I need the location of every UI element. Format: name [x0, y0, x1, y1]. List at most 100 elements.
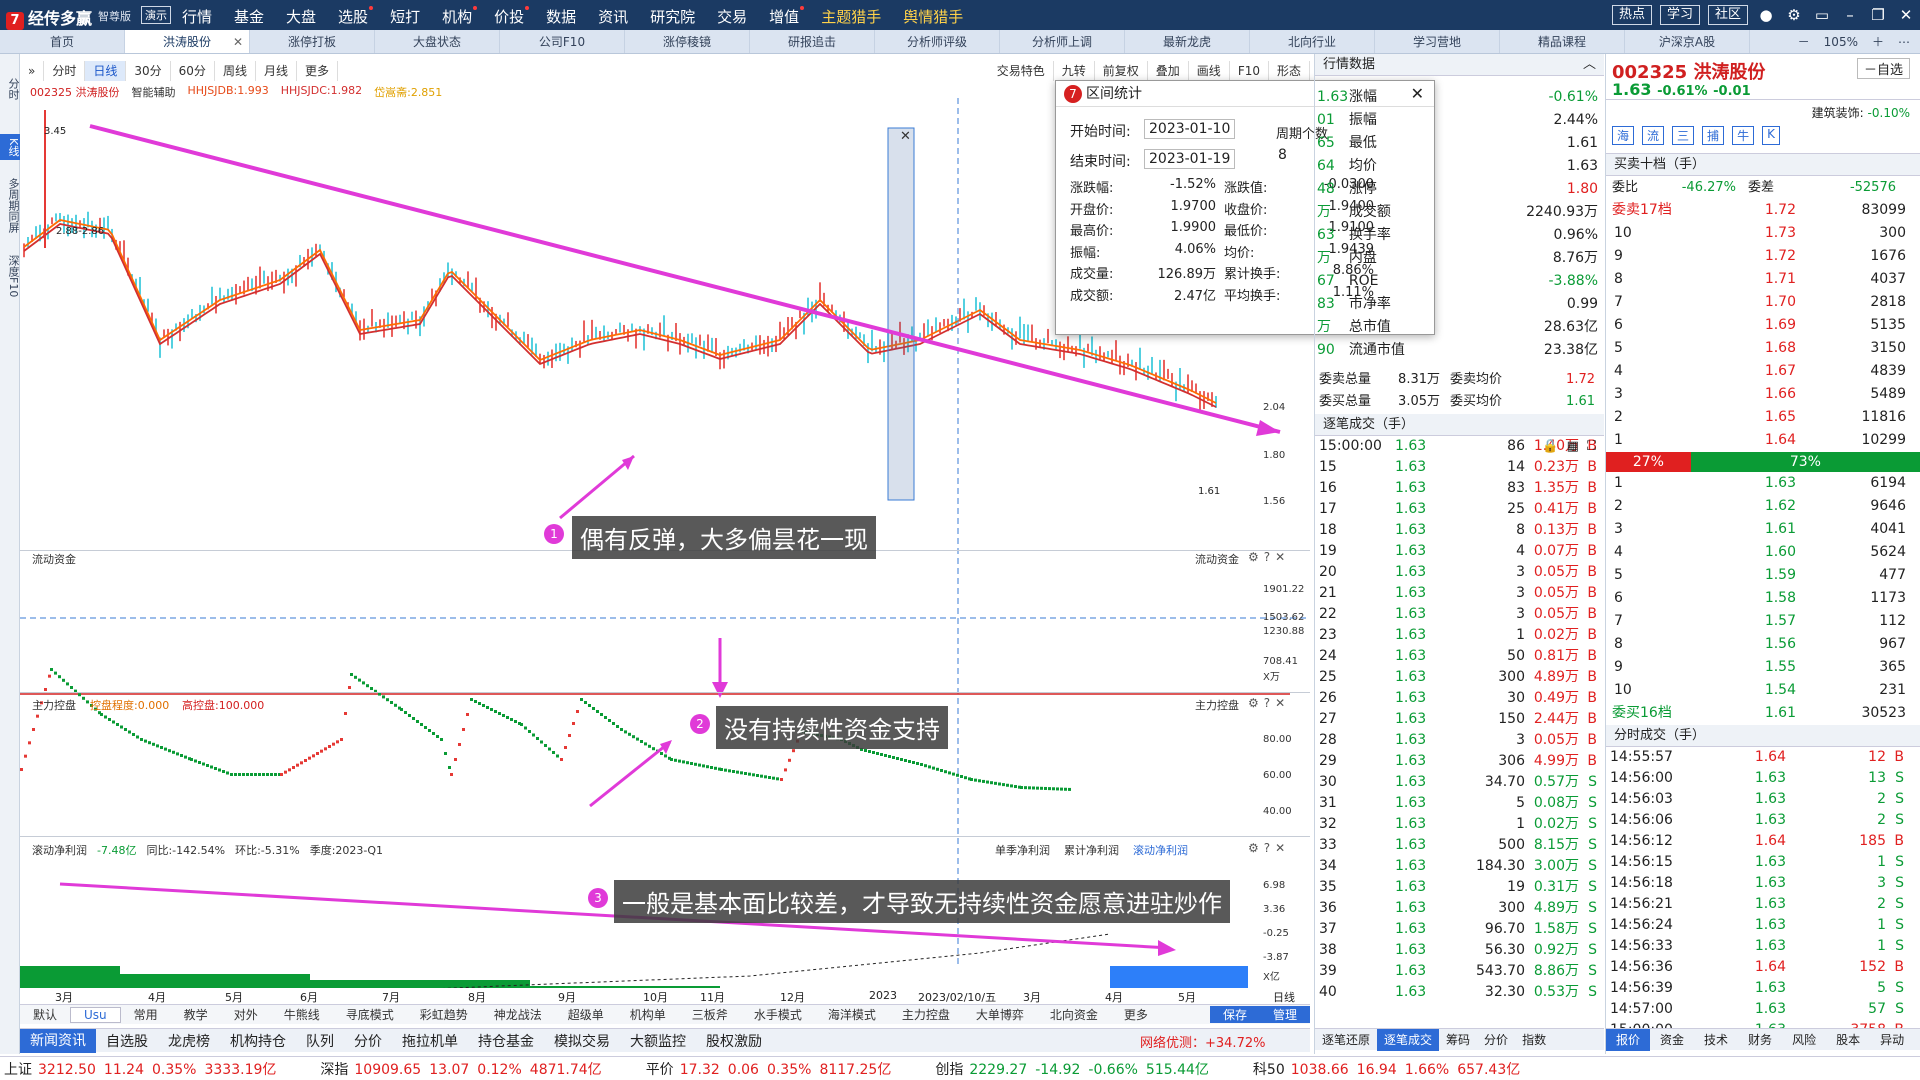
period-btn-1[interactable]: 日线: [85, 61, 127, 81]
left-tab-f10[interactable]: 深度F10: [0, 251, 20, 301]
start-field[interactable]: 2023-01-10: [1144, 119, 1236, 139]
tab-12[interactable]: 精品课程: [1500, 30, 1625, 53]
index-0[interactable]: 上证 3212.50 11.24 0.35% 3333.19亿: [4, 1059, 284, 1079]
hot-button[interactable]: 热点: [1611, 5, 1652, 25]
user-icon[interactable]: ●: [1756, 6, 1776, 24]
stock-tag-1[interactable]: 流: [1642, 126, 1665, 145]
period-btn-0[interactable]: 分时: [44, 61, 86, 81]
book-row[interactable]: 10 1.73 300: [1606, 222, 1920, 245]
window-icon[interactable]: ▭: [1812, 6, 1832, 24]
indicator-tab-4[interactable]: 对外: [221, 1006, 271, 1023]
tab-10[interactable]: 北向行业: [1250, 30, 1375, 53]
index-2[interactable]: 平价 17.32 0.06 0.35% 8117.25亿: [646, 1059, 900, 1079]
index-1[interactable]: 深指 10909.65 13.07 0.12% 4871.74亿: [320, 1059, 609, 1079]
tool-btn-6[interactable]: 形态: [1269, 61, 1310, 81]
indicator-tab-15[interactable]: 大单博弈: [963, 1006, 1037, 1023]
menu-item-6[interactable]: 价投: [494, 6, 530, 27]
book-row[interactable]: 10 1.54 231: [1606, 679, 1920, 702]
left-tab-timeshare[interactable]: 分时: [0, 74, 20, 104]
index-4[interactable]: 科50 1038.66 16.94 1.66% 657.43亿: [1253, 1059, 1528, 1079]
trades-tab-0[interactable]: 逐笔还原: [1315, 1029, 1377, 1051]
bottom-nav-5[interactable]: 分价: [344, 1031, 392, 1051]
book-row[interactable]: 2 1.65 11816: [1606, 406, 1920, 429]
gear-icon[interactable]: ⚙: [1248, 696, 1259, 710]
menu-item-5[interactable]: 机构: [442, 6, 478, 27]
menu-item-9[interactable]: 研究院: [650, 6, 695, 27]
bottom-nav-4[interactable]: 队列: [296, 1031, 344, 1051]
indicator-tab-9[interactable]: 超级单: [555, 1006, 617, 1023]
index-3[interactable]: 创指 2229.27 -14.92 -0.66% 515.44亿: [935, 1059, 1217, 1079]
tab-6[interactable]: 研报追击: [750, 30, 875, 53]
book-row[interactable]: 4 1.67 4839: [1606, 360, 1920, 383]
collapse-up-icon[interactable]: ︿: [1583, 54, 1596, 76]
trades-tab-3[interactable]: 分价: [1477, 1029, 1515, 1051]
period-btn-5[interactable]: 月线: [256, 61, 297, 81]
right-tab-3[interactable]: 财务: [1738, 1029, 1782, 1051]
menu-item-7[interactable]: 数据: [546, 6, 576, 27]
zoom-in-icon[interactable]: ＋: [1872, 33, 1884, 50]
menu-item-4[interactable]: 短打: [390, 6, 420, 27]
right-tab-2[interactable]: 技术: [1694, 1029, 1738, 1051]
lock-icon[interactable]: 🔒: [1542, 436, 1558, 458]
trades-tab-1[interactable]: 逐笔成交: [1377, 1028, 1440, 1051]
book-row[interactable]: 8 1.71 4037: [1606, 268, 1920, 291]
book-row[interactable]: 7 1.57 112: [1606, 610, 1920, 633]
stock-tag-5[interactable]: K: [1762, 126, 1780, 145]
indicator-tab-14[interactable]: 主力控盘: [889, 1006, 963, 1023]
expand-icon[interactable]: ⛶: [1587, 436, 1596, 458]
bottom-nav-8[interactable]: 模拟交易: [544, 1031, 620, 1051]
stock-tag-2[interactable]: 三: [1672, 126, 1695, 145]
collapse-icon[interactable]: »: [20, 61, 45, 81]
book-row[interactable]: 5 1.68 3150: [1606, 337, 1920, 360]
indicator-tab-1[interactable]: Usu: [70, 1006, 121, 1023]
menu-item-12[interactable]: 主题猎手: [821, 6, 881, 27]
add-watchlist-button[interactable]: －自选: [1856, 58, 1910, 79]
right-tab-4[interactable]: 风险: [1782, 1029, 1826, 1051]
range-close-icon[interactable]: ✕: [900, 129, 911, 144]
tab-5[interactable]: 涨停稜镜: [625, 30, 750, 53]
indicator-tab-11[interactable]: 三板斧: [679, 1006, 741, 1023]
tab-2[interactable]: 涨停打板: [250, 30, 375, 53]
book-row[interactable]: 1 1.63 6194: [1606, 472, 1920, 495]
tool-btn-0[interactable]: 交易特色: [989, 61, 1054, 81]
tab-4[interactable]: 公司F10: [500, 30, 625, 53]
indicator-tab-18[interactable]: 保存: [1209, 1006, 1260, 1023]
tab-9[interactable]: 最新龙虎: [1125, 30, 1250, 53]
bottom-nav-3[interactable]: 机构持仓: [220, 1031, 296, 1051]
end-field[interactable]: 2023-01-19: [1144, 149, 1236, 169]
stock-tag-0[interactable]: 海: [1612, 126, 1635, 145]
right-tab-6[interactable]: 异动: [1870, 1029, 1914, 1051]
close-icon[interactable]: ✕: [1275, 841, 1285, 855]
indicator-tab-17[interactable]: 更多: [1111, 1006, 1161, 1023]
stock-tag-3[interactable]: 捕: [1702, 126, 1725, 145]
book-row[interactable]: 8 1.56 967: [1606, 633, 1920, 656]
learn-button[interactable]: 学习: [1659, 5, 1700, 25]
menu-item-8[interactable]: 资讯: [598, 6, 628, 27]
indicator-tab-5[interactable]: 牛熊线: [271, 1006, 333, 1023]
tab-close-icon[interactable]: ✕: [233, 30, 243, 54]
tab-0[interactable]: 首页: [0, 30, 125, 53]
bottom-nav-2[interactable]: 龙虎榜: [158, 1031, 220, 1051]
indicator-tab-8[interactable]: 神龙战法: [481, 1006, 555, 1023]
bottom-nav-0[interactable]: 新闻资讯: [20, 1028, 96, 1053]
book-row[interactable]: 6 1.58 1173: [1606, 587, 1920, 610]
community-button[interactable]: 社区: [1707, 5, 1748, 25]
help-icon[interactable]: ?: [1264, 696, 1270, 710]
book-row[interactable]: 7 1.70 2818: [1606, 291, 1920, 314]
menu-item-0[interactable]: 行情: [182, 6, 212, 27]
indicator-tab-13[interactable]: 海洋模式: [815, 1006, 889, 1023]
period-btn-3[interactable]: 60分: [171, 61, 215, 81]
zoom-out-icon[interactable]: －: [1798, 33, 1810, 50]
stock-tag-4[interactable]: 牛: [1732, 126, 1755, 145]
indicator-tab-2[interactable]: 常用: [121, 1006, 171, 1023]
left-tab-kline[interactable]: K线: [0, 134, 20, 161]
tab-3[interactable]: 大盘状态: [375, 30, 500, 53]
tool-btn-3[interactable]: 叠加: [1148, 61, 1189, 81]
period-btn-6[interactable]: 更多: [297, 61, 338, 81]
indicator-tab-10[interactable]: 机构单: [617, 1006, 679, 1023]
book-row[interactable]: 5 1.59 477: [1606, 564, 1920, 587]
more-icon[interactable]: ⋯: [1898, 35, 1910, 49]
book-row[interactable]: 4 1.60 5624: [1606, 541, 1920, 564]
book-row[interactable]: 2 1.62 9646: [1606, 495, 1920, 518]
left-tab-multi[interactable]: 多周期同屏: [0, 174, 20, 237]
